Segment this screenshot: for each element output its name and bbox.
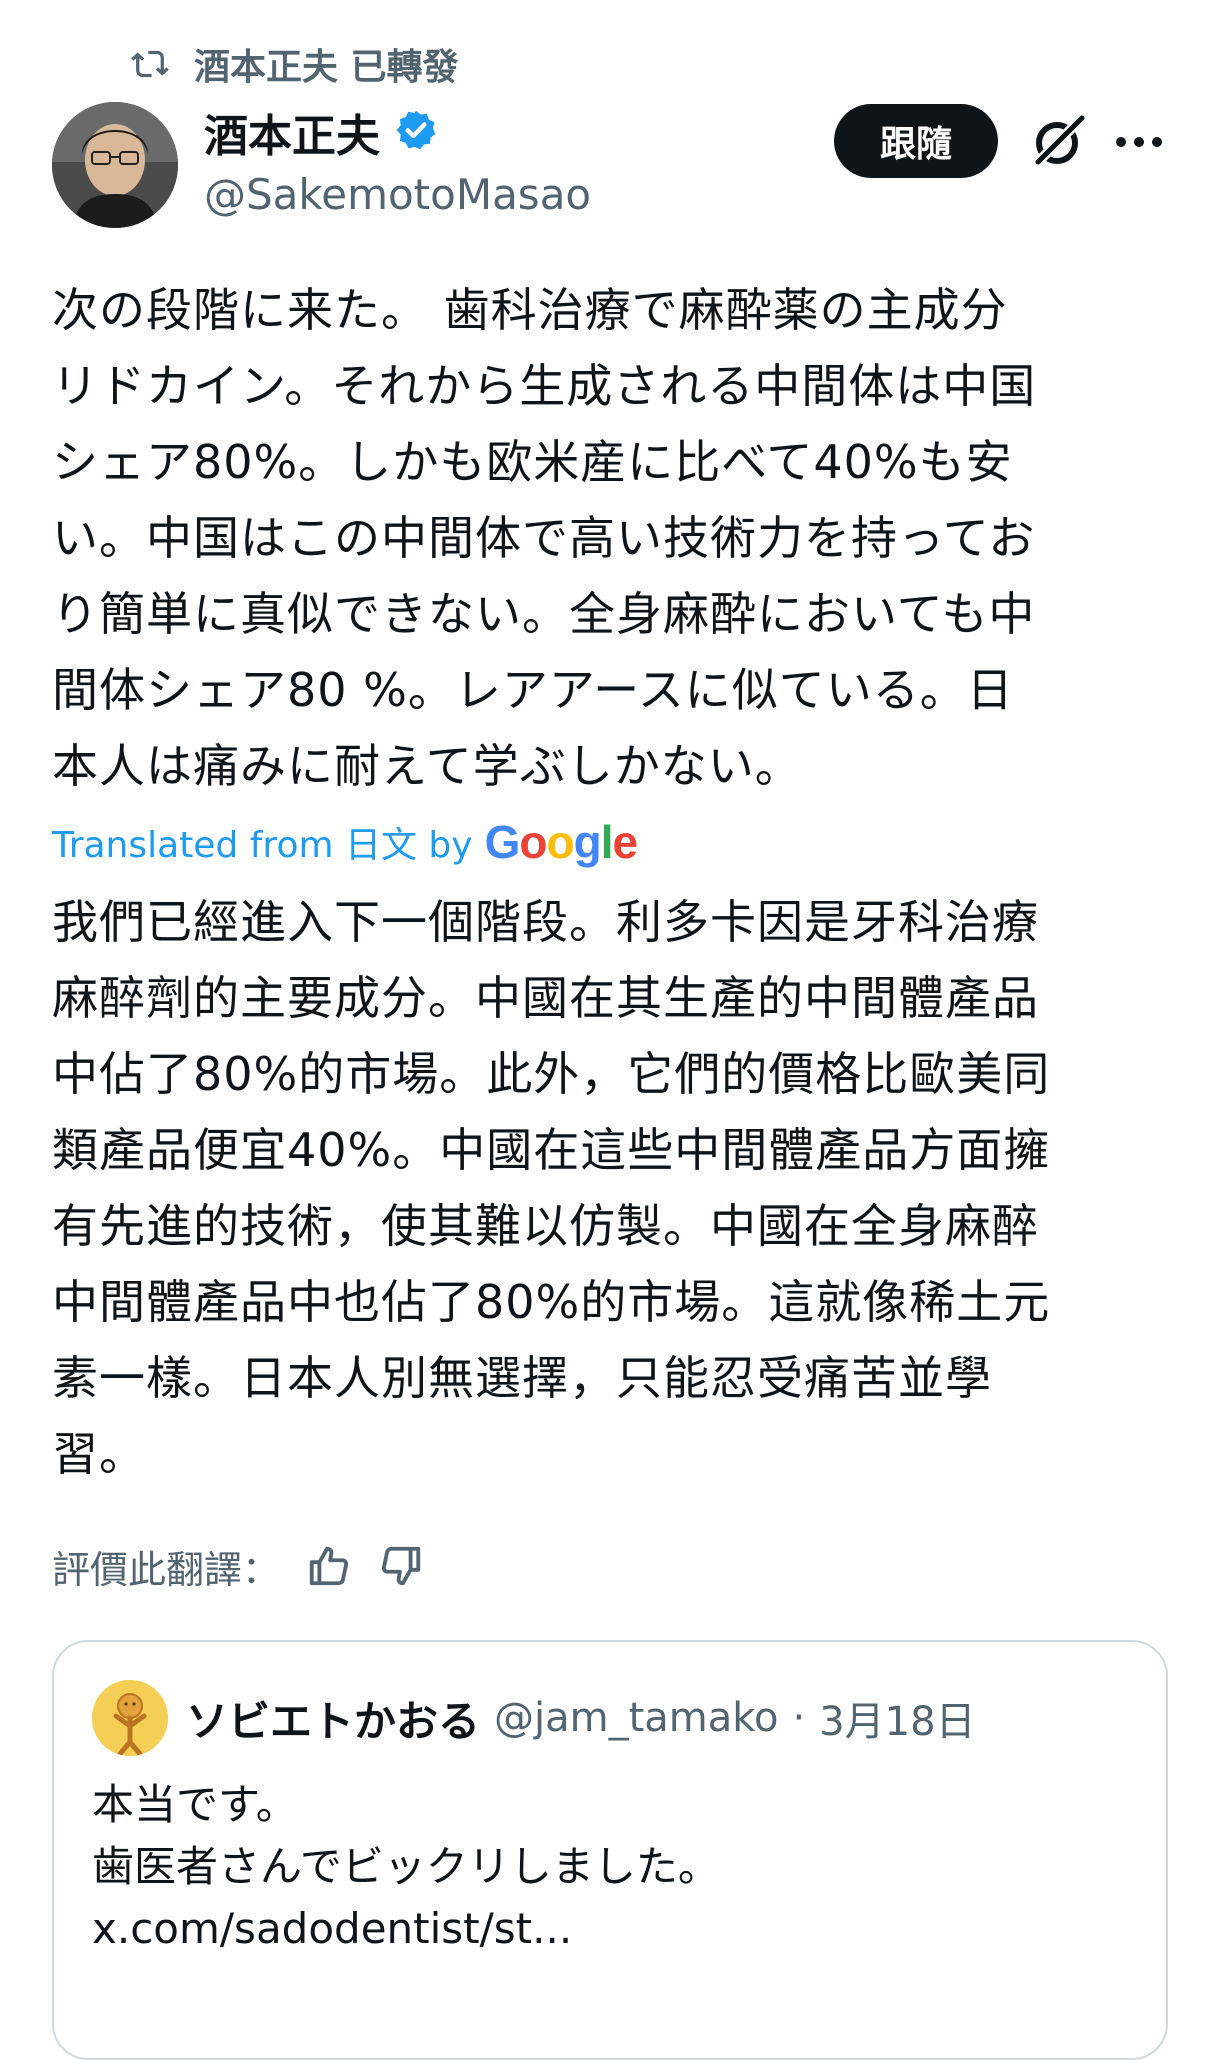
retweet-header: 酒本正夫 已轉發	[130, 38, 459, 90]
follow-button[interactable]: 跟隨	[834, 104, 998, 178]
rate-translation-label: 評價此翻譯：	[52, 1547, 281, 1592]
author-avatar[interactable]	[52, 102, 178, 228]
quoted-tweet-header: ソビエトかおる @jam_tamako · 3月18日	[92, 1678, 976, 1758]
retweet-icon	[130, 46, 170, 82]
quoted-tweet-card[interactable]: ソビエトかおる @jam_tamako · 3月18日 本当です。 歯医者さんで…	[52, 1640, 1168, 2060]
quoted-date: 3月18日	[819, 1699, 976, 1745]
google-logo: Google	[484, 816, 638, 868]
translation-text: 我們已經進入下一個階段。利多卡因是牙科治療 麻醉劑的主要成分。中國在其生產的中間…	[52, 895, 1051, 1481]
thumbs-down-icon[interactable]	[378, 1543, 424, 1589]
translation-prefix: Translated from 日文 by	[52, 825, 473, 866]
more-options-icon[interactable]	[1114, 128, 1164, 156]
tweet-text: 次の段階に来た。 歯科治療で麻酔薬の主成分 リドカイン。それから生成される中間体…	[52, 283, 1037, 793]
rate-translation-row: 評價此翻譯：	[52, 1536, 424, 1596]
grok-icon[interactable]	[1030, 112, 1088, 170]
retweet-label: 酒本正夫 已轉發	[194, 47, 459, 88]
translation-attribution: Translated from 日文 by Google	[52, 810, 638, 874]
quoted-author-handle: @jam_tamako	[494, 1695, 779, 1741]
author-name-row[interactable]: 酒本正夫	[204, 102, 438, 162]
thumbs-up-icon[interactable]	[306, 1543, 352, 1589]
author-name[interactable]: 酒本正夫	[204, 100, 380, 164]
author-handle[interactable]: @SakemotoMasao	[204, 170, 591, 219]
quoted-author-avatar[interactable]	[92, 1680, 168, 1756]
verified-badge-icon	[394, 108, 438, 156]
quoted-separator: ·	[792, 1695, 806, 1741]
quoted-author-name: ソビエトかおる	[186, 1696, 481, 1746]
quoted-tweet-text: 本当です。 歯医者さんでビックリしました。 x.com/sadodentist/…	[92, 1780, 720, 1953]
